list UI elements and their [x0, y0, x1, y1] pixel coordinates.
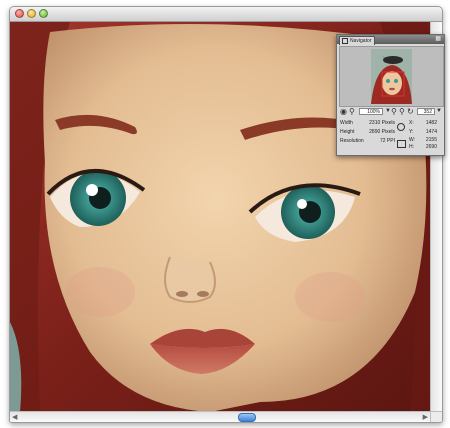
- navigator-icon: [342, 37, 348, 44]
- horizontal-scrollbar[interactable]: ◀ ▶: [10, 411, 430, 422]
- h-label: H:: [409, 144, 414, 150]
- resolution-label: Resolution: [340, 138, 364, 144]
- fit-view-icon[interactable]: ◉: [340, 107, 347, 116]
- title-bar[interactable]: [10, 7, 442, 22]
- resolution-value: 72 PPI: [379, 138, 395, 144]
- rotate-icon[interactable]: ↻: [407, 107, 414, 116]
- rotation-field[interactable]: 352: [417, 108, 435, 115]
- thumbnail-image: [371, 49, 412, 104]
- navigator-zoom-row: ◉ ⚲ 100% ▼ ⚲ ⚲ ↻ 352 ▼: [339, 107, 442, 117]
- horizontal-scroll-thumb[interactable]: [238, 413, 256, 422]
- navigator-info-panel: Width 2310 Pixels Height 2890 Pixels Resol…: [339, 119, 442, 152]
- width-label: Width: [340, 120, 353, 126]
- navigator-title-bar[interactable]: Navigator ▦: [337, 35, 444, 45]
- rotation-dropdown-icon[interactable]: ▼: [436, 107, 442, 116]
- height-label: Height: [340, 129, 355, 135]
- scroll-left-arrow-icon[interactable]: ◀: [12, 413, 17, 421]
- minimize-button[interactable]: [27, 9, 36, 18]
- close-button[interactable]: [15, 9, 24, 18]
- zoom-in-icon[interactable]: ⚲: [391, 107, 397, 116]
- x-label: X:: [409, 120, 414, 126]
- y-value: 1474: [425, 129, 437, 135]
- cursor-info: X: 1482 Y: 1474 W: 2155 H: 2690: [409, 119, 437, 151]
- zoom-level-field[interactable]: 100%: [359, 108, 383, 115]
- w-value: 2155: [425, 137, 437, 143]
- navigator-palette: Navigator ▦ ◉ ⚲ 100% ▼ ⚲ ⚲ ↻ 352 ▼ Width…: [336, 34, 445, 156]
- navigator-thumbnail[interactable]: [339, 46, 444, 107]
- image-size-info: Width 2310 Pixels Height 2890 Pixels Resol…: [340, 119, 395, 146]
- selection-size-icon: [397, 140, 406, 148]
- navigator-tab[interactable]: Navigator: [339, 36, 376, 45]
- y-label: Y:: [409, 129, 414, 135]
- resize-corner[interactable]: [430, 411, 442, 422]
- navigator-tab-label: Navigator: [350, 38, 372, 44]
- zoom-out-icon[interactable]: ⚲: [349, 107, 355, 116]
- width-value: 2310 Pixels: [369, 120, 395, 126]
- zoom-in-large-icon[interactable]: ⚲: [399, 107, 405, 116]
- zoom-button[interactable]: [39, 9, 48, 18]
- h-value: 2690: [425, 144, 437, 150]
- x-value: 1482: [425, 120, 437, 126]
- palette-menu-icon[interactable]: ▦: [435, 36, 441, 43]
- cursor-position-icon: [397, 123, 405, 131]
- height-value: 2890 Pixels: [369, 129, 395, 135]
- scroll-right-arrow-icon[interactable]: ▶: [423, 413, 428, 421]
- w-label: W:: [409, 137, 416, 143]
